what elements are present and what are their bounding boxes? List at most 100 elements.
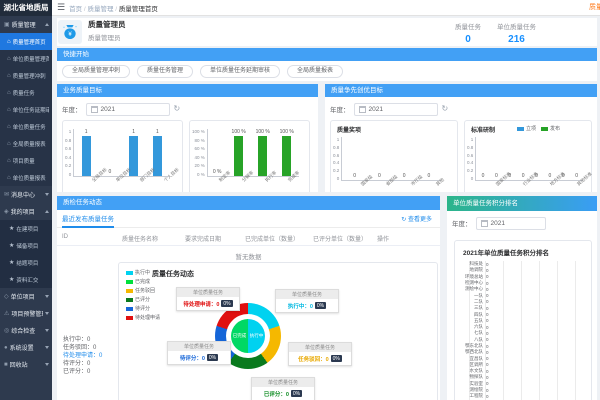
y-tick: 0 [471, 176, 474, 181]
callout-value: 待处理申请：0 [183, 300, 219, 308]
sidebar-item-data-submission[interactable]: ★资料汇交 [0, 271, 52, 288]
home-icon: ⌂ [7, 158, 11, 164]
striving-title: 质量争先创优目标 [325, 84, 597, 97]
chevron-down-icon [45, 363, 49, 366]
ranking-unit-label: 科技处 [457, 261, 483, 267]
sidebar-item-unit-quality-task[interactable]: ⌂单位质量任务 [0, 118, 52, 135]
y-tick: 0 [69, 172, 72, 177]
refresh-icon[interactable]: ↻ [442, 105, 449, 113]
sidebar-item-label: 质量管理 [12, 20, 36, 29]
global-quality-sprint-button[interactable]: 全局质量管理冲刺 [62, 65, 130, 78]
app-root: 湖北省地质局 ▣质量管理⌂质量管理首页⌂单位质量管理首页⌂质量管理冲刺⌂质量任务… [0, 0, 600, 400]
x-tick-label: 省部级 [385, 183, 389, 187]
plot-area: 0000 [341, 137, 441, 181]
empty-state-text: 暂无数据 [57, 251, 440, 261]
legend-item-立项: 立项 [517, 125, 536, 132]
y-axis: 100 %80 %60 %40 %20 %0 % [192, 129, 207, 177]
sidebar-item-project-quality[interactable]: ⌂项目质量 [0, 152, 52, 169]
sidebar-item-label: 项目预警管理 [11, 309, 43, 318]
bar-value-label: 100 % [232, 129, 246, 135]
x-axis-labels: 全局目标单位目标部门目标个人目标 [79, 179, 175, 185]
sidebar-item-quality-manage[interactable]: ▣质量管理 [0, 16, 52, 33]
sidebar-item-quality-task[interactable]: ⌂质量任务 [0, 84, 52, 101]
bar-group: 0 [425, 137, 433, 180]
sidebar-item-inspection[interactable]: ◎综合检查 [0, 322, 52, 339]
trash-icon: ■ [4, 362, 8, 368]
sidebar-item-warning-manage[interactable]: ⚠项目预警管理 [0, 305, 52, 322]
ranking-chart-title: 2021年单位质量任务积分排名 [455, 241, 591, 257]
ranking-value: 0 [486, 287, 489, 292]
sidebar-item-label: 全局质量报表 [13, 140, 46, 148]
ranking-unit-label: 地调院 [457, 267, 483, 273]
sidebar-item-label: 消息中心 [11, 190, 35, 199]
unit-task-delay-review-button[interactable]: 单位质量任务延期审核 [200, 65, 280, 78]
sidebar-item-unit-task-delay[interactable]: ⌂单位任务延期审核 [0, 101, 52, 118]
ranking-title: 单位质量任务积分排名 [447, 196, 597, 211]
y-tick: 0 % [197, 172, 205, 177]
ranking-unit-label: 物探队 [457, 374, 483, 380]
home-icon: ⌂ [7, 90, 11, 96]
legend-swatch [126, 289, 133, 293]
view-more-link[interactable]: ↻ 查看更多 [401, 214, 432, 223]
legend-swatch [126, 271, 133, 275]
counter-value[interactable]: 216 [497, 34, 536, 45]
sidebar-item-projects-closed[interactable]: ★结题项目 [0, 254, 52, 271]
task-dynamics-panel: 质检任务动态 最近发布质量任务 ↻ 查看更多 ID质量任务名称要求完成日期已完成… [57, 196, 440, 400]
sidebar-menu: ▣质量管理⌂质量管理首页⌂单位质量管理首页⌂质量管理冲刺⌂质量任务⌂单位任务延期… [0, 16, 52, 373]
star-icon: ★ [9, 226, 14, 232]
ranking-unit-label: 七队 [457, 330, 483, 336]
breadcrumb-item[interactable]: 首页 [69, 6, 82, 13]
ranking-value: 0 [486, 350, 489, 355]
legend-swatch [126, 298, 133, 302]
sidebar-item-quality-sprint[interactable]: ⌂质量管理冲刺 [0, 67, 52, 84]
star-icon: ★ [9, 260, 14, 266]
donut-title: 质量任务动态 [152, 269, 194, 279]
year-select[interactable]: 2021 [476, 217, 546, 230]
x-tick-label: 单位目标 [115, 179, 119, 183]
bar-group: 0 [574, 137, 580, 180]
ranking-value: 0 [486, 344, 489, 349]
tab-recent-tasks[interactable]: 最近发布质量任务 [62, 213, 114, 228]
year-select[interactable]: 2021 [354, 103, 438, 116]
plot-area: 00000000 [475, 137, 583, 181]
sidebar-item-recycle[interactable]: ■回收站 [0, 356, 52, 373]
donut-card: 执行中已完成任务驳回已评分待评分待处理申请 质量任务动态 已完成执行中 单位质量… [118, 262, 438, 400]
legend-item-任务驳回: 任务驳回 [126, 286, 160, 295]
chevron-down-icon [45, 295, 49, 298]
quality-task-manage-button[interactable]: 质量任务管理 [137, 65, 193, 78]
sidebar-item-message-center[interactable]: ✉消息中心 [0, 186, 52, 203]
refresh-icon[interactable]: ↻ [174, 105, 181, 113]
ranking-unit-label: 工程院 [457, 393, 483, 399]
sidebar-item-label: 系统设置 [10, 343, 34, 352]
stat-待处理申请[interactable]: 待处理申请：0 [63, 352, 102, 360]
hamburger-icon[interactable]: ☰ [57, 2, 65, 13]
ranking-chart-card: 2021年单位质量任务积分排名 科技处0地调院0环境总站0检测中心0测绘中心0一… [454, 240, 592, 400]
global-quality-report-button[interactable]: 全局质量报表 [287, 65, 343, 78]
calendar-icon [91, 106, 98, 113]
counter-value[interactable]: 0 [455, 34, 481, 45]
y-tick: 80 % [195, 138, 205, 143]
calendar-icon [359, 106, 366, 113]
sidebar-item-unit-quality-home[interactable]: ⌂单位质量管理首页 [0, 50, 52, 67]
bar-group: 100 % [256, 129, 270, 176]
bar-group: 1 [82, 129, 91, 176]
year-select[interactable]: 2021 [86, 103, 170, 116]
sidebar-item-projects-active[interactable]: ★在建项目 [0, 220, 52, 237]
x-tick-label: 部门目标 [139, 179, 143, 183]
goal-rate-chart-card: 100 %80 %60 %40 %20 %0 %0 %100 %100 %100… [189, 120, 310, 192]
sidebar-item-global-report[interactable]: ⌂全局质量报表 [0, 135, 52, 152]
sidebar-item-projects-reserve[interactable]: ★储备项目 [0, 237, 52, 254]
sidebar-item-quality-home[interactable]: ⌂质量管理首页 [0, 33, 52, 50]
home-icon: ⌂ [7, 141, 11, 147]
callout-value: 待评分：0 [180, 354, 205, 362]
breadcrumb-item[interactable]: 质量管理 [88, 6, 114, 13]
sidebar-item-label: 结题项目 [16, 259, 38, 267]
stat-任务驳回: 任务驳回：0 [63, 344, 102, 352]
stat-执行中: 执行中：0 [63, 336, 102, 344]
sidebar-item-my-projects[interactable]: ◈我的项目 [0, 203, 52, 220]
bar-value-label: 0 [575, 173, 578, 179]
home-icon: ⌂ [7, 73, 11, 79]
sidebar-item-unit-projects[interactable]: ◇单位项目 [0, 288, 52, 305]
sidebar-item-unit-report[interactable]: ⌂单位质量报表 [0, 169, 52, 186]
sidebar-item-settings[interactable]: ●系统设置 [0, 339, 52, 356]
